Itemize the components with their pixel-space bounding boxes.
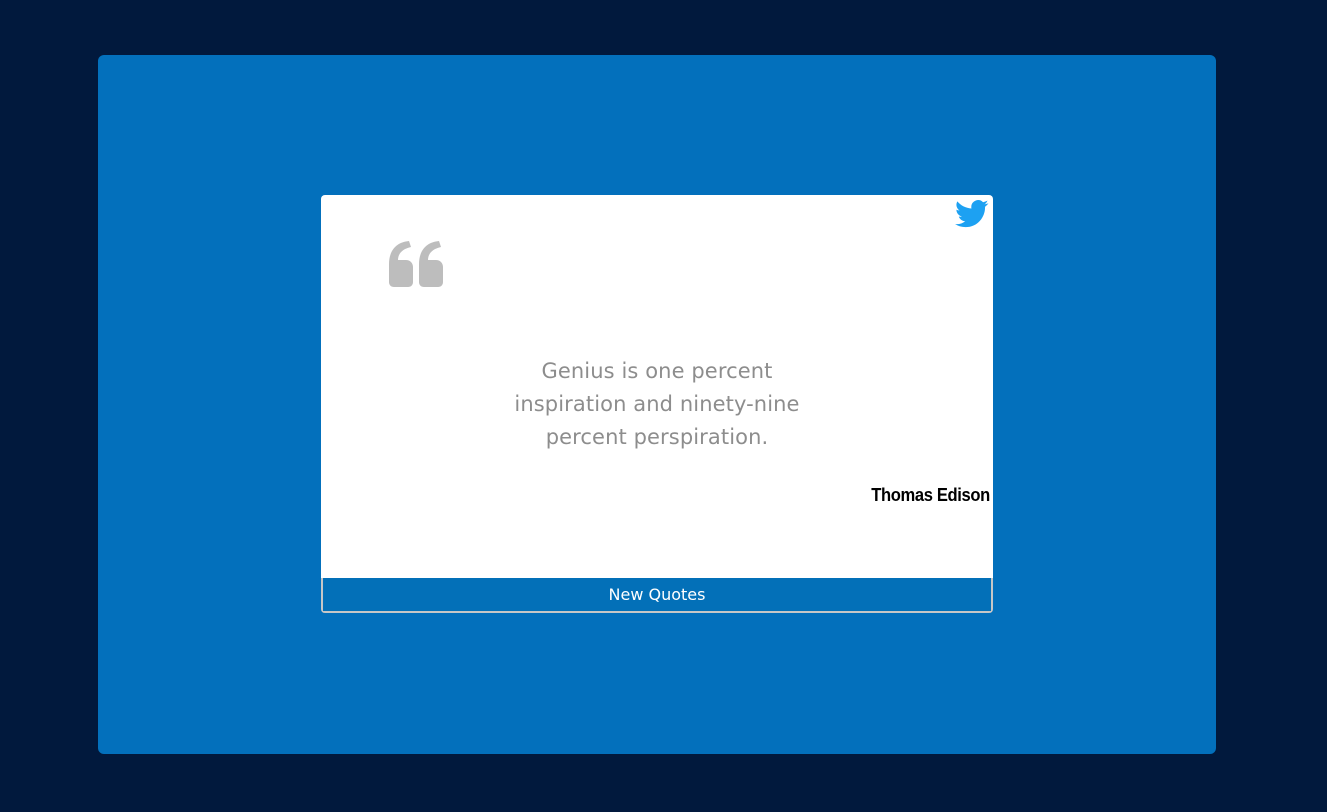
quote-text: Genius is one percent inspiration and ni… — [514, 359, 800, 449]
quote-card: Genius is one percent inspiration and ni… — [321, 195, 993, 613]
quote-author: Thomas Edison — [871, 485, 990, 505]
new-quote-button[interactable]: New Quotes — [321, 578, 993, 613]
stage-panel: Genius is one percent inspiration and ni… — [98, 55, 1216, 754]
quote-left-icon — [387, 240, 445, 288]
twitter-icon[interactable] — [955, 199, 989, 229]
